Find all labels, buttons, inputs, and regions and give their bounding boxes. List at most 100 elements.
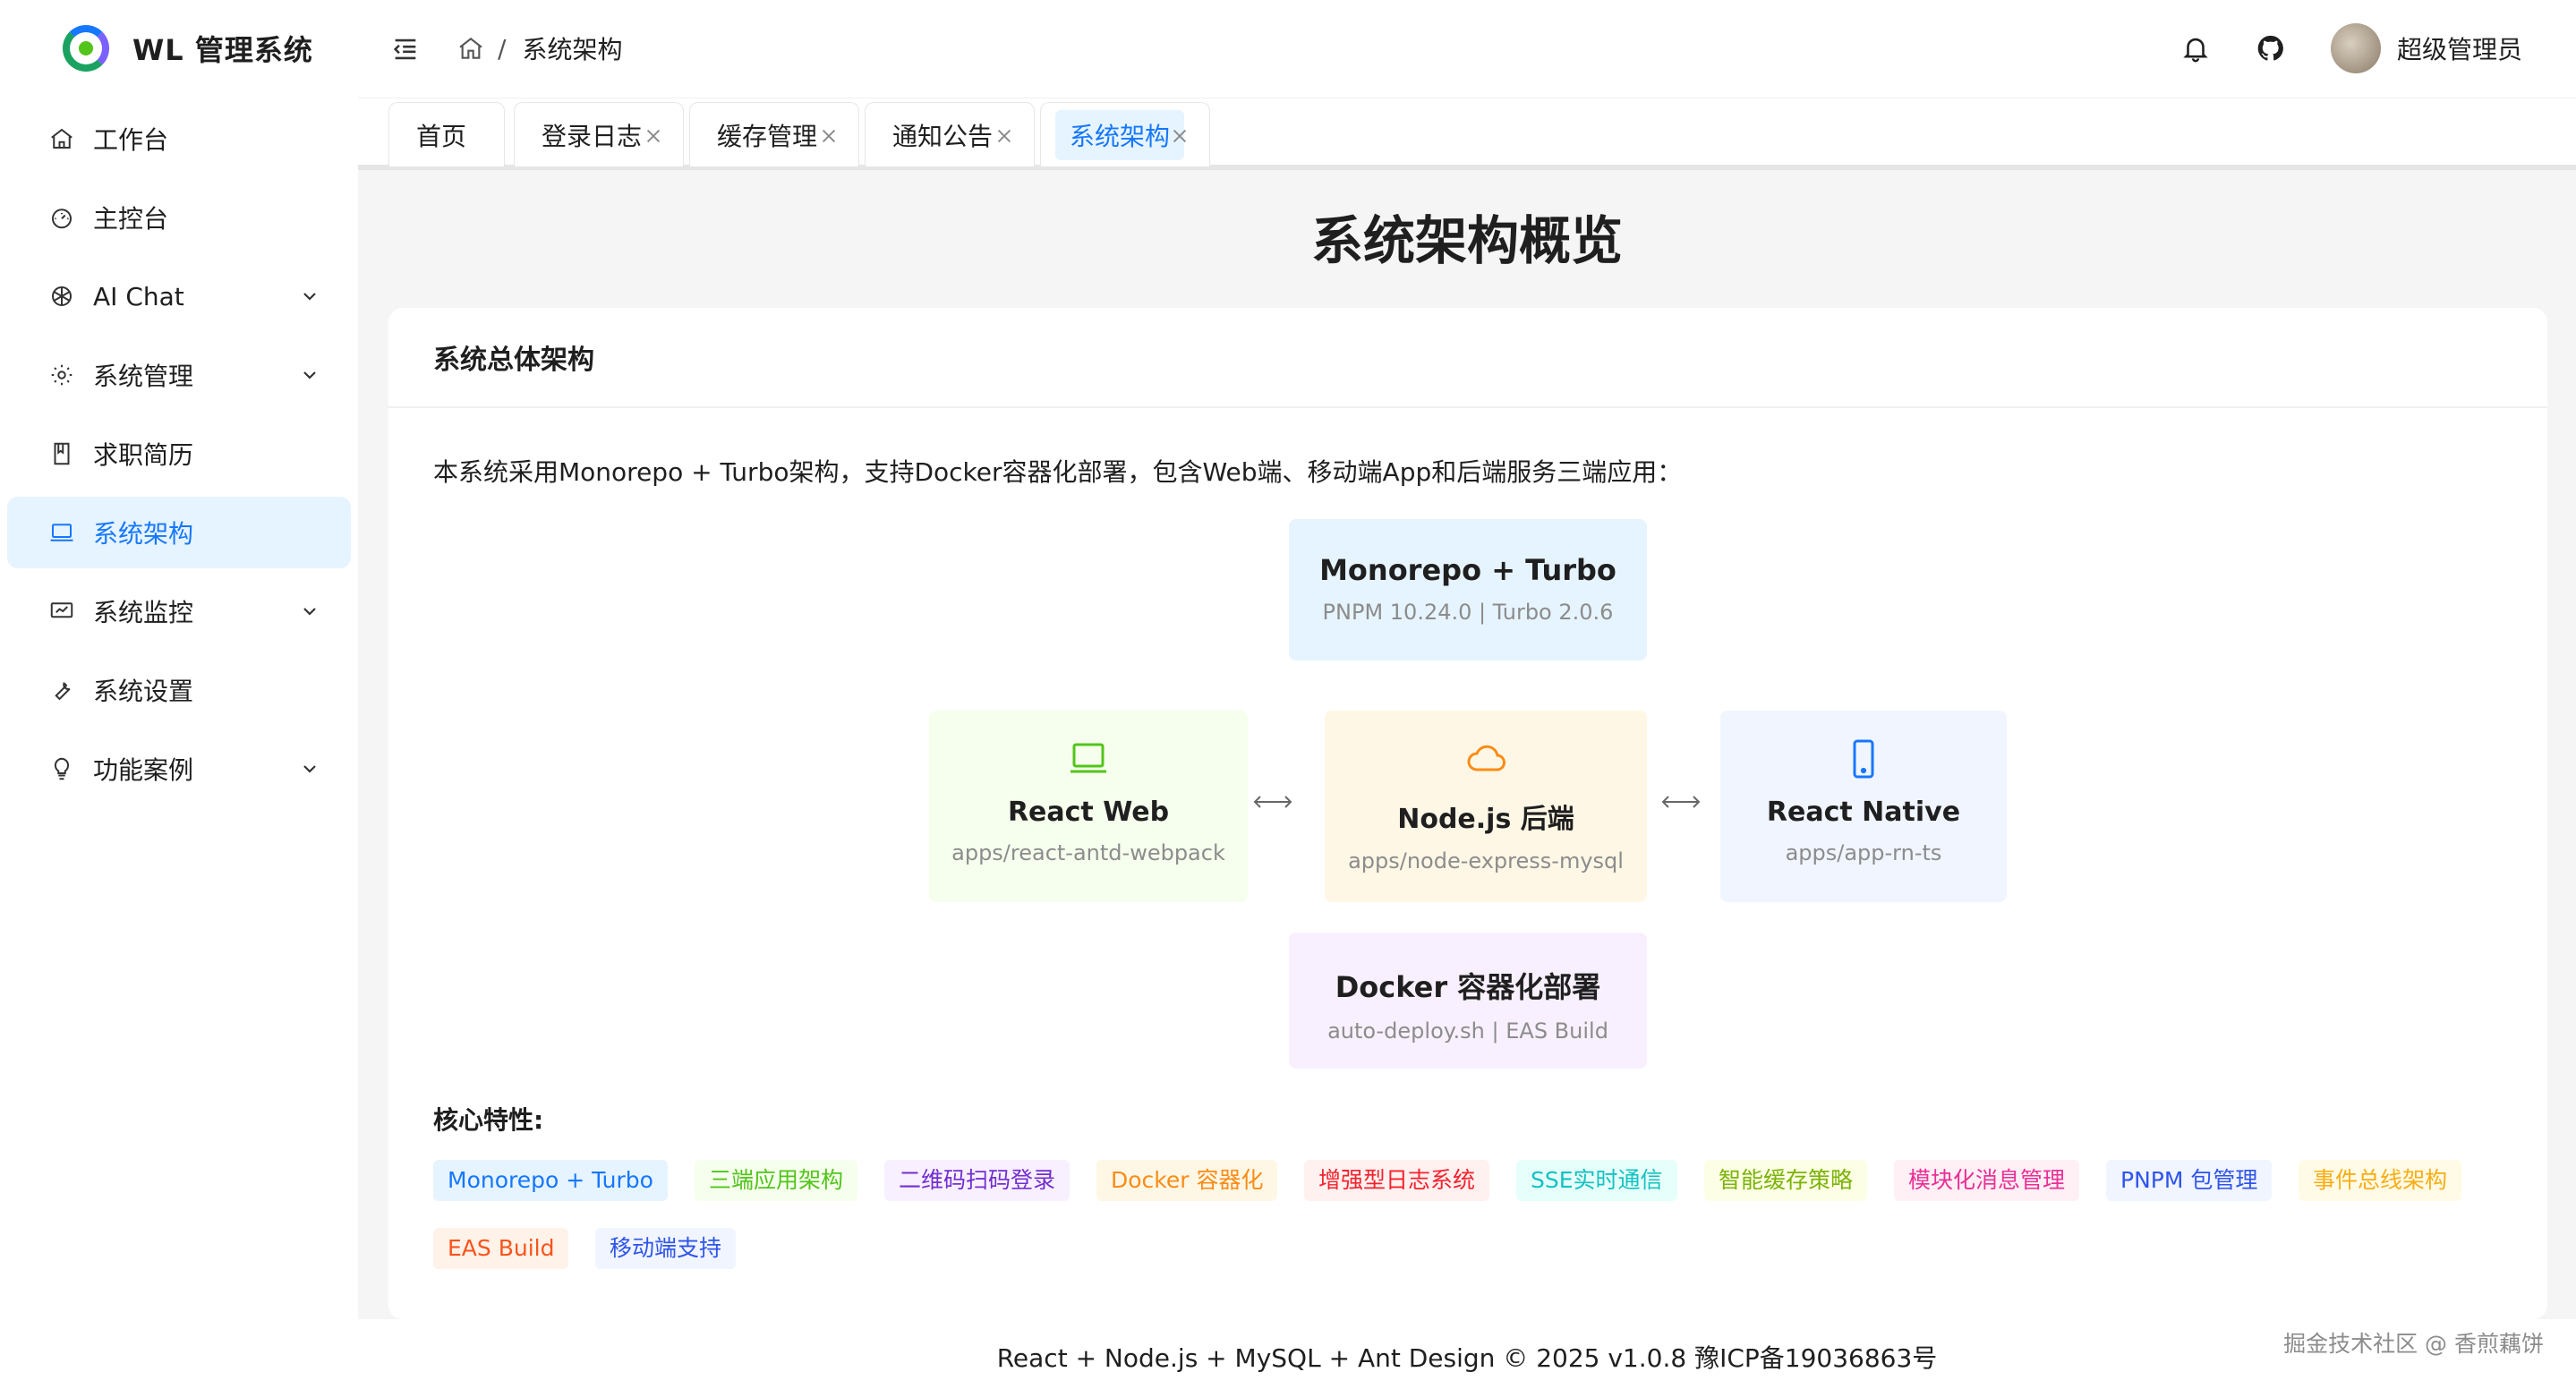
mobile-icon <box>1853 739 1874 779</box>
sidebar: WL 管理系统 工作台主控台 AI Chat 系统管理求职简历系统架构系统监控系统设… <box>0 0 358 1389</box>
sidebar-item-label: 主控台 <box>93 204 169 234</box>
bell-icon[interactable] <box>2180 33 2211 64</box>
close-icon[interactable] <box>994 126 1014 146</box>
breadcrumb: / 系统架构 <box>456 30 622 66</box>
feature-tag: Docker 容器化 <box>1096 1160 1278 1201</box>
tab-label: 登录日志 <box>542 121 643 151</box>
top-header: / 系统架构 超级管理员 <box>358 0 2576 98</box>
tab[interactable]: 首页 <box>388 102 505 166</box>
feature-tag: 增强型日志系统 <box>1304 1160 1490 1201</box>
monorepo-box: Monorepo + Turbo PNPM 10.24.0 | Turbo 2.… <box>1289 519 1647 660</box>
features-label: 核心特性: <box>433 1105 544 1135</box>
close-icon[interactable] <box>1170 126 1190 146</box>
node-backend-box: Node.js 后端 apps/node-express-mysql <box>1325 711 1647 902</box>
tab-label: 首页 <box>416 121 467 151</box>
monorepo-title: Monorepo + Turbo <box>1319 553 1616 587</box>
openai-icon <box>48 283 75 310</box>
user-avatar[interactable] <box>2330 23 2381 73</box>
sidebar-item-label: 工作台 <box>93 125 169 155</box>
logo-icon <box>63 25 109 72</box>
docker-sub: auto-deploy.sh | EAS Build <box>1327 1018 1608 1044</box>
feature-tag: Monorepo + Turbo <box>433 1160 668 1201</box>
menu-collapse-icon[interactable] <box>390 34 421 64</box>
breadcrumb-current: 系统架构 <box>522 35 623 64</box>
chevron-down-icon[interactable] <box>299 758 320 780</box>
sidebar-item[interactable]: 系统监控 <box>7 575 351 647</box>
tab-bar: 首页 登录日志 缓存管理 通知公告 系统架构 <box>358 98 2576 170</box>
architecture-card: 系统总体架构 本系统采用Monorepo + Turbo架构，支持Docker容… <box>388 308 2547 1319</box>
feature-tag: 二维码扫码登录 <box>884 1160 1070 1201</box>
feature-tag: 三端应用架构 <box>695 1160 858 1201</box>
close-icon[interactable] <box>819 126 839 146</box>
feature-tag: 模块化消息管理 <box>1894 1160 2080 1201</box>
laptop-icon <box>1070 743 1106 773</box>
chevron-down-icon[interactable] <box>299 601 320 622</box>
sidebar-item[interactable]: 功能案例 <box>7 733 351 805</box>
monitor-icon <box>48 598 75 625</box>
sidebar-item[interactable]: 工作台 <box>7 103 351 175</box>
react-web-title: React Web <box>1007 797 1170 828</box>
page-title: 系统架构概览 <box>1310 210 1623 271</box>
footer-text: React + Node.js + MySQL + Ant Design © 2… <box>996 1343 1938 1373</box>
cloud-icon <box>1467 745 1506 771</box>
sidebar-item[interactable]: 系统架构 <box>7 497 351 568</box>
bulb-icon <box>48 755 75 782</box>
header-actions: 超级管理员 <box>2136 20 2522 77</box>
sidebar-menu: 工作台主控台 AI Chat 系统管理求职简历系统架构系统监控系统设置功能案例 <box>7 103 351 812</box>
bidirectional-arrow-icon <box>1253 796 1292 808</box>
sidebar-item-label: 系统监控 <box>93 598 194 627</box>
chevron-down-icon[interactable] <box>299 364 320 386</box>
react-web-sub: apps/react-antd-webpack <box>951 840 1225 865</box>
chevron-down-icon[interactable] <box>299 285 320 307</box>
sidebar-item-label: 求职简历 <box>93 440 194 470</box>
user-name[interactable]: 超级管理员 <box>2397 30 2522 66</box>
feature-tag: 智能缓存策略 <box>1704 1160 1868 1201</box>
node-backend-sub: apps/node-express-mysql <box>1348 848 1624 873</box>
react-native-title: React Native <box>1766 797 1961 828</box>
tab[interactable]: 通知公告 <box>865 102 1035 166</box>
tab-label: 通知公告 <box>892 121 994 151</box>
tab-label: 系统架构 <box>1055 109 1185 160</box>
home-icon <box>48 125 75 152</box>
laptop-icon <box>48 519 75 546</box>
intro-text: 本系统采用Monorepo + Turbo架构，支持Docker容器化部署，包含… <box>433 457 1683 487</box>
tab[interactable]: 登录日志 <box>514 102 684 166</box>
sidebar-item[interactable]: 主控台 <box>7 182 351 253</box>
sidebar-item[interactable]: AI Chat <box>7 260 351 332</box>
feature-tag: PNPM 包管理 <box>2106 1160 2273 1201</box>
github-icon[interactable] <box>2256 33 2286 64</box>
close-icon[interactable] <box>644 126 663 146</box>
app-title: WL 管理系统 <box>132 33 313 67</box>
docker-title: Docker 容器化部署 <box>1335 970 1601 1004</box>
tab[interactable]: 缓存管理 <box>689 102 859 166</box>
react-native-box: React Native apps/app-rn-ts <box>1720 711 2007 902</box>
feature-tag: EAS Build <box>433 1228 569 1269</box>
sidebar-item-label: 功能案例 <box>93 755 194 785</box>
feature-tag: 事件总线架构 <box>2299 1160 2462 1201</box>
react-web-box: React Web apps/react-antd-webpack <box>929 711 1248 902</box>
sidebar-item-label: 系统架构 <box>93 519 194 549</box>
home-icon[interactable] <box>456 34 485 63</box>
card-title: 系统总体架构 <box>433 345 594 376</box>
gear-icon <box>48 362 75 388</box>
sidebar-item-label: AI Chat <box>93 281 184 311</box>
tab[interactable]: 系统架构 <box>1040 102 1210 166</box>
node-backend-title: Node.js 后端 <box>1397 804 1574 835</box>
book-icon <box>48 440 75 467</box>
monorepo-sub: PNPM 10.24.0 | Turbo 2.0.6 <box>1322 600 1614 625</box>
footer: React + Node.js + MySQL + Ant Design © 2… <box>358 1319 2576 1389</box>
feature-tag: SSE实时通信 <box>1516 1160 1677 1201</box>
tab-label: 缓存管理 <box>717 121 818 151</box>
dashboard-icon <box>48 204 75 231</box>
watermark: 掘金技术社区 @ 香煎藕饼 <box>2283 1331 2544 1357</box>
card-header: 系统总体架构 <box>388 308 2547 408</box>
react-native-sub: apps/app-rn-ts <box>1785 840 1942 865</box>
feature-tag: 移动端支持 <box>595 1228 737 1269</box>
wrench-icon <box>48 677 75 703</box>
sidebar-item[interactable]: 求职简历 <box>7 418 351 490</box>
sidebar-item[interactable]: 系统设置 <box>7 654 351 726</box>
docker-box: Docker 容器化部署 auto-deploy.sh | EAS Build <box>1289 933 1647 1069</box>
sidebar-item[interactable]: 系统管理 <box>7 339 351 411</box>
app-logo[interactable]: WL 管理系统 <box>63 23 313 73</box>
breadcrumb-separator: / <box>498 33 507 64</box>
